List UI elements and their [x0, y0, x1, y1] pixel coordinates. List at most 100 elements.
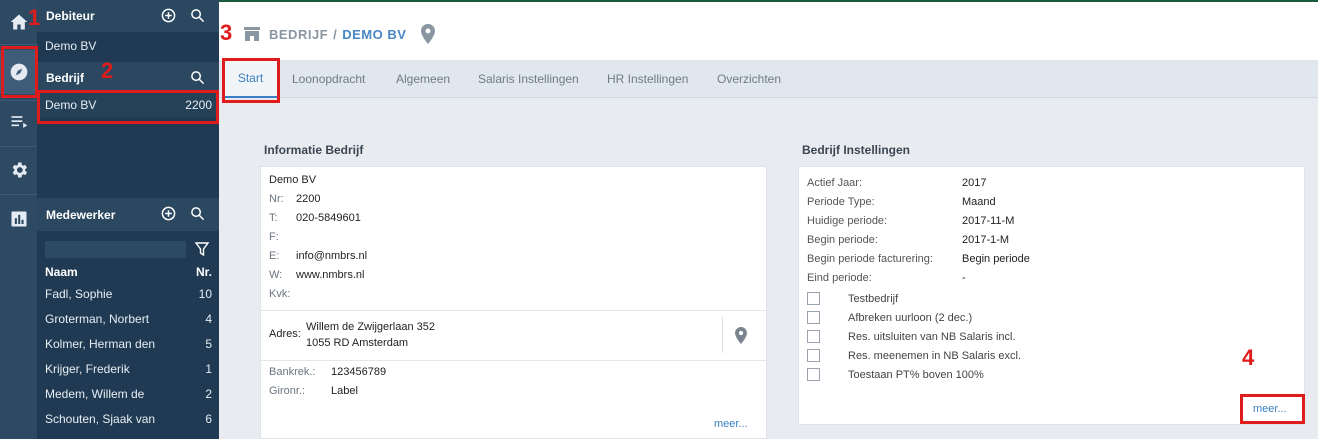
company-name: Demo BV [269, 174, 317, 186]
medewerker-nr: 2 [205, 387, 212, 401]
gear-icon[interactable] [0, 148, 37, 192]
setting-label: Huidige periode: [807, 215, 888, 227]
setting-checkbox[interactable] [807, 311, 820, 324]
add-debiteur-icon[interactable] [161, 8, 176, 23]
giro-label: Gironr.: [269, 385, 306, 397]
breadcrumb-bedrijf[interactable]: BEDRIJF [269, 27, 328, 42]
info-card: Demo BV Nr: 2200 T: 020-5849601 F: E: info@… [260, 166, 767, 439]
fax-label: F: [269, 231, 279, 243]
phone-line: T: 020-5849601 [269, 212, 361, 224]
medewerker-nr: 4 [205, 312, 212, 326]
col-nr[interactable]: Nr. [196, 265, 212, 279]
setting-checkbox[interactable] [807, 330, 820, 343]
medewerker-nr: 10 [198, 287, 212, 301]
setting-checkbox-row: Afbreken uurloon (2 dec.) [807, 311, 972, 324]
kvk-line: Kvk: [269, 288, 296, 300]
setting-label: Actief Jaar: [807, 177, 863, 189]
setting-value: Begin periode [962, 253, 1030, 265]
filter-icon[interactable] [194, 241, 210, 257]
breadcrumb-separator: / [333, 26, 338, 42]
annotation-4: 4 [1242, 345, 1255, 370]
setting-row: Eind periode: - [807, 272, 966, 284]
setting-value: 2017-1-M [962, 234, 1010, 246]
website-line: W: www.nmbrs.nl [269, 269, 364, 281]
highlight-box-4 [1240, 394, 1305, 424]
giro-value: Label [331, 385, 358, 397]
nr-label: Nr: [269, 193, 284, 205]
debiteur-item[interactable]: Demo BV [37, 34, 219, 58]
setting-checkbox[interactable] [807, 292, 820, 305]
medewerker-name: Kolmer, Herman den [45, 337, 156, 351]
breadcrumb: BEDRIJF / DEMO BV [243, 24, 436, 44]
setting-checkbox[interactable] [807, 349, 820, 362]
medewerker-row[interactable]: Schouten, Sjaak van 6 [37, 407, 219, 431]
setting-checkbox-label: Res. uitsluiten van NB Salaris incl. [848, 330, 1016, 343]
website-label: W: [269, 269, 283, 281]
tab-overzichten[interactable]: Overzichten [717, 60, 781, 98]
annotation-2: 2 [101, 58, 114, 83]
tab-hr-instellingen[interactable]: HR Instellingen [607, 60, 688, 98]
setting-value: 2017-11-M [962, 215, 1015, 227]
setting-checkbox[interactable] [807, 368, 820, 381]
setting-value: - [962, 272, 966, 284]
search-bedrijf-icon[interactable] [190, 70, 205, 85]
medewerker-row[interactable]: Medem, Willem de 2 [37, 382, 219, 406]
bank-label: Bankrek.: [269, 366, 316, 378]
setting-row: Huidige periode: 2017-11-M [807, 215, 1014, 227]
adres-line-2: 1055 RD Amsterdam [306, 337, 409, 349]
breadcrumb-company: DEMO BV [342, 26, 407, 42]
debiteur-header: Debiteur [37, 0, 219, 32]
setting-checkbox-row: Testbedrijf [807, 292, 898, 305]
setting-row: Begin periode: 2017-1-M [807, 234, 1009, 246]
tab-bar: Start Loonopdracht Algemeen Salaris Inst… [219, 60, 1318, 98]
medewerker-name: Medem, Willem de [45, 387, 145, 401]
tab-loonopdracht[interactable]: Loonopdracht [292, 60, 365, 98]
medewerker-row[interactable]: Kolmer, Herman den 5 [37, 332, 219, 356]
tab-algemeen[interactable]: Algemeen [396, 60, 450, 98]
medewerker-row[interactable]: Groterman, Norbert 4 [37, 307, 219, 331]
medewerker-name: Groterman, Norbert [45, 312, 150, 326]
setting-label: Periode Type: [807, 196, 875, 208]
debiteur-item-label: Demo BV [45, 39, 97, 53]
medewerker-filter-input[interactable] [45, 241, 186, 258]
setting-checkbox-label: Res. meenemen in NB Salaris excl. [848, 349, 1022, 362]
add-medewerker-icon[interactable] [161, 206, 176, 221]
info-meer-link[interactable]: meer... [714, 418, 748, 430]
medewerker-column-headers: Naam Nr. [37, 260, 219, 284]
setting-row: Actief Jaar: 2017 [807, 177, 986, 189]
setting-value: Maand [962, 196, 996, 208]
annotation-3: 3 [220, 20, 233, 45]
highlight-box-1 [1, 46, 38, 98]
info-section-title: Informatie Bedrijf [264, 143, 364, 157]
email-value: info@nmbrs.nl [296, 250, 368, 262]
adres-line-1: Willem de Zwijgerlaan 352 [306, 321, 435, 333]
search-medewerker-icon[interactable] [190, 206, 205, 221]
phone-value: 020-5849601 [296, 212, 361, 224]
setting-row: Begin periode facturering: Begin periode [807, 253, 1030, 265]
list-icon[interactable] [0, 100, 37, 144]
setting-checkbox-row: Toestaan PT% boven 100% [807, 368, 984, 381]
location-pin-icon[interactable] [421, 24, 436, 44]
medewerker-row[interactable]: Krijger, Frederik 1 [37, 357, 219, 381]
setting-label: Eind periode: [807, 272, 872, 284]
debiteur-title: Debiteur [46, 9, 95, 23]
email-line: E: info@nmbrs.nl [269, 250, 367, 262]
medewerker-nr: 6 [205, 412, 212, 426]
nr-line: Nr: 2200 [269, 193, 320, 205]
medewerker-row[interactable]: Fadl, Sophie 10 [37, 282, 219, 306]
setting-checkbox-label: Afbreken uurloon (2 dec.) [848, 311, 973, 324]
chart-icon[interactable] [0, 197, 37, 241]
annotation-1: 1 [28, 5, 41, 30]
website-value: www.nmbrs.nl [296, 269, 365, 281]
setting-checkbox-label: Toestaan PT% boven 100% [848, 368, 984, 381]
giro-line: Gironr.: Label [269, 385, 358, 397]
settings-section-title: Bedrijf Instellingen [802, 143, 911, 157]
medewerker-name: Fadl, Sophie [45, 287, 113, 301]
col-naam[interactable]: Naam [45, 265, 78, 279]
kvk-label: Kvk: [269, 288, 291, 300]
nr-value: 2200 [296, 193, 321, 205]
search-debiteur-icon[interactable] [190, 8, 205, 23]
map-pin-icon[interactable] [735, 327, 747, 344]
email-label: E: [269, 250, 280, 262]
tab-salaris-instellingen[interactable]: Salaris Instellingen [478, 60, 579, 98]
